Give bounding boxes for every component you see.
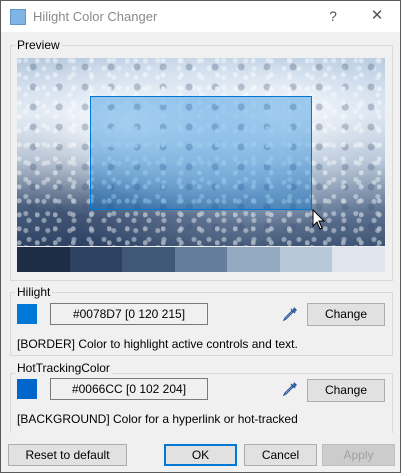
hilight-label: Hilight	[15, 285, 53, 299]
mouse-cursor-icon	[312, 209, 326, 230]
hottracking-label: HotTrackingColor	[15, 361, 112, 375]
hottracking-eyedropper-icon[interactable]	[280, 379, 300, 399]
hottracking-color-preview	[17, 379, 37, 399]
hilight-change-button[interactable]: Change	[307, 303, 385, 326]
ok-button[interactable]: OK	[164, 444, 237, 466]
swatch-6	[279, 247, 333, 272]
hilight-color-preview	[17, 304, 37, 324]
apply-button[interactable]: Apply	[322, 444, 395, 466]
hottracking-description: [BACKGROUND] Color for a hyperlink or ho…	[17, 412, 298, 426]
dialog-window: Hilight Color Changer ? ✕ Preview Hiligh…	[0, 0, 401, 473]
swatch-5	[227, 247, 280, 272]
help-button[interactable]: ?	[319, 5, 347, 27]
hottracking-value-field[interactable]: #0066CC [0 102 204]	[50, 378, 208, 400]
swatch-7	[332, 247, 386, 272]
window-title: Hilight Color Changer	[33, 9, 158, 24]
hilight-eyedropper-icon[interactable]	[280, 304, 300, 324]
swatch-4	[174, 247, 228, 272]
hilight-value-field[interactable]: #0078D7 [0 120 215]	[50, 303, 208, 325]
swatch-2	[69, 247, 123, 272]
swatch-1	[17, 247, 70, 272]
title-bar: Hilight Color Changer ? ✕	[1, 1, 400, 32]
color-swatch-bar	[17, 247, 386, 272]
hilight-description: [BORDER] Color to highlight active contr…	[17, 337, 298, 351]
preview-label: Preview	[15, 38, 62, 52]
close-button[interactable]: ✕	[363, 5, 391, 27]
hottracking-change-button[interactable]: Change	[307, 379, 385, 402]
reset-to-default-button[interactable]: Reset to default	[8, 444, 127, 466]
selection-rectangle	[90, 96, 312, 210]
cancel-button[interactable]: Cancel	[244, 444, 317, 466]
swatch-3	[122, 247, 175, 272]
app-icon	[10, 9, 26, 25]
